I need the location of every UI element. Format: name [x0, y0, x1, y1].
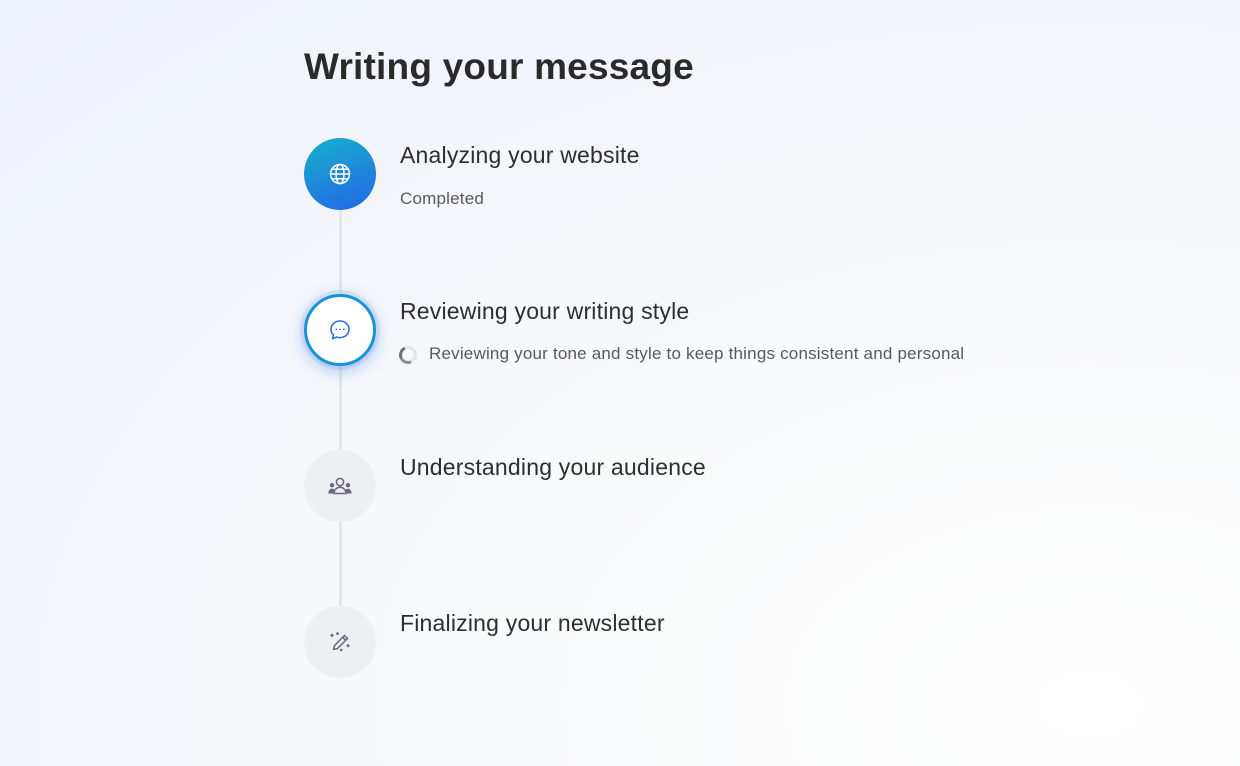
- chat-bubble-icon: [328, 318, 352, 342]
- step-2-progress: Reviewing your tone and style to keep th…: [396, 343, 965, 367]
- audience-icon: [327, 474, 353, 498]
- page-title: Writing your message: [304, 46, 694, 87]
- step-4-indicator: [304, 606, 376, 678]
- step-4-title: Finalizing your newsletter: [400, 610, 665, 636]
- step-connector: [339, 522, 342, 606]
- step-3-indicator: [304, 450, 376, 522]
- magic-pencil-icon: [328, 630, 352, 654]
- step-connector: [339, 366, 342, 450]
- step-2-status: Reviewing your tone and style to keep th…: [429, 344, 965, 363]
- loading-spinner-icon: [396, 343, 420, 367]
- step-1-indicator: [304, 138, 376, 210]
- step-2-indicator: [304, 294, 376, 366]
- step-connector: [339, 210, 342, 294]
- step-2-title: Reviewing your writing style: [400, 298, 690, 324]
- step-3-title: Understanding your audience: [400, 454, 706, 480]
- step-1-title: Analyzing your website: [400, 142, 640, 168]
- step-1-status: Completed: [400, 189, 485, 208]
- globe-icon: [328, 162, 352, 186]
